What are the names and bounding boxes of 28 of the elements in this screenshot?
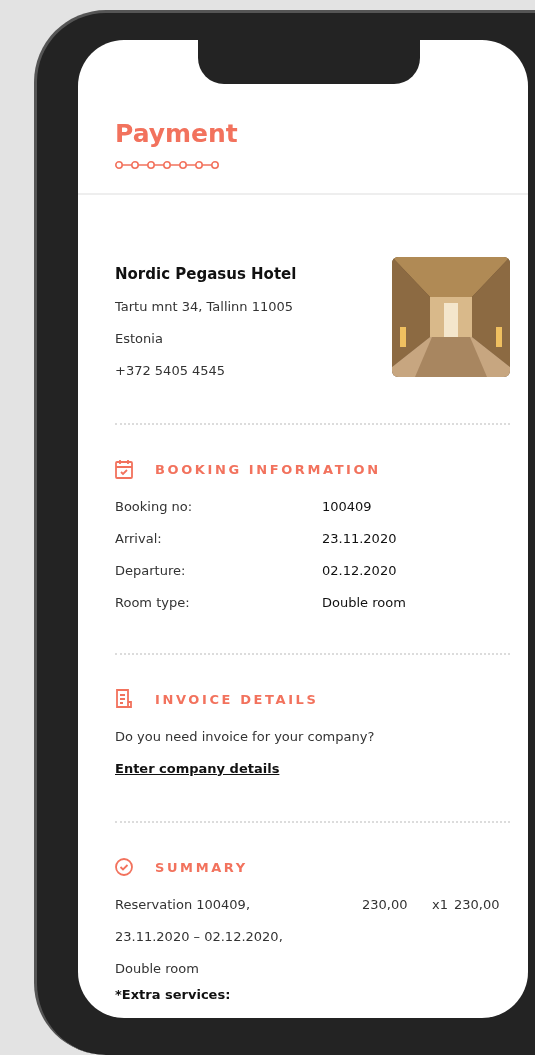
field-label: Booking no: (115, 498, 194, 516)
hotel-address-line: +372 5405 4545 (115, 362, 227, 380)
field-value: Double room (322, 594, 407, 612)
check-circle-icon (115, 857, 133, 877)
hotel-address-line: Estonia (115, 330, 164, 348)
field-label: Departure: (115, 562, 187, 580)
summary-description: Reservation 100409, (115, 896, 251, 914)
field-label: Arrival: (115, 530, 163, 548)
summary-total: 230,00 (454, 896, 501, 914)
section-title: INVOICE DETAILS (155, 691, 319, 707)
summary-description: 23.11.2020 – 02.12.2020, (115, 928, 284, 946)
calendar-icon (115, 459, 133, 479)
field-value: 23.11.2020 (322, 530, 398, 548)
summary-quantity: x1 (432, 896, 449, 914)
field-label: Room type: (115, 594, 191, 612)
company-details-link[interactable]: Enter company details (115, 761, 280, 776)
page-title: Payment (115, 118, 239, 150)
summary-description: Double room (115, 960, 200, 978)
hotel-name: Nordic Pegasus Hotel (115, 265, 297, 283)
field-value: 100409 (322, 498, 373, 516)
summary-price: 230,00 (362, 896, 409, 914)
section-title: BOOKING INFORMATION (155, 461, 381, 477)
invoice-question: Do you need invoice for your company? (115, 728, 376, 746)
section-title: SUMMARY (155, 859, 248, 875)
document-icon (115, 689, 133, 709)
field-value: 02.12.2020 (322, 562, 398, 580)
hotel-address-line: Tartu mnt 34, Tallinn 11005 (115, 298, 295, 316)
extra-services-label: *Extra services: (115, 986, 232, 1004)
